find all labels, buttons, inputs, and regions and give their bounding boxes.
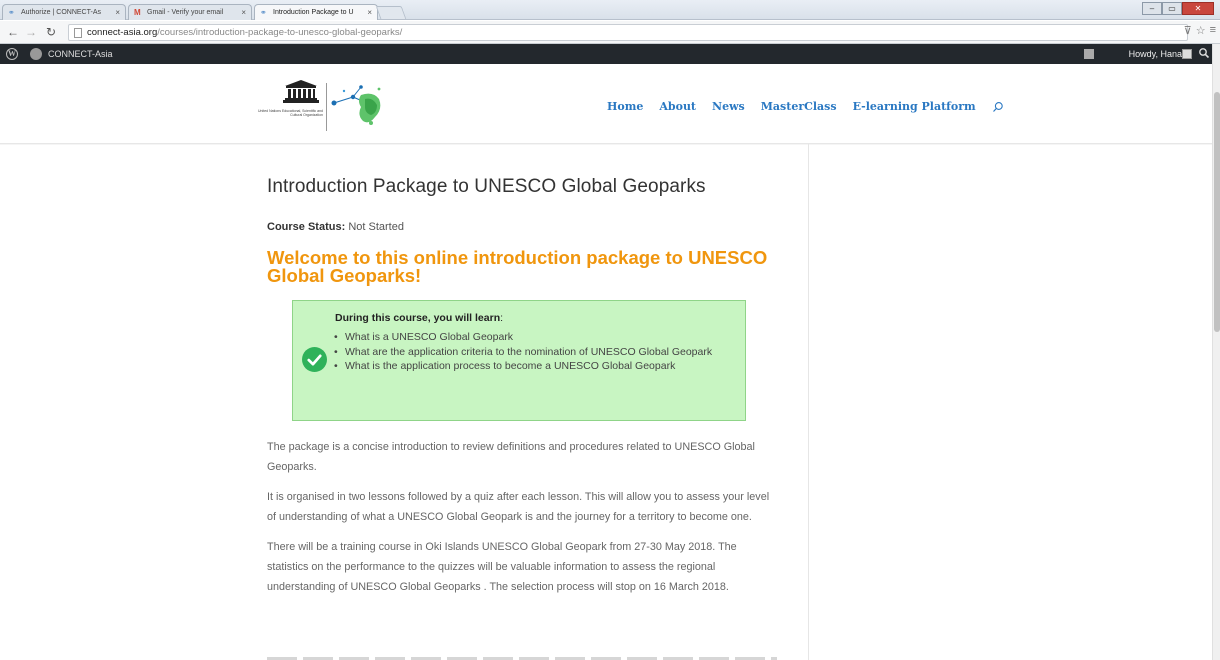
menu-icon[interactable]: ≡	[1210, 24, 1216, 37]
howdy-user[interactable]: Howdy, Hana	[1129, 44, 1182, 64]
list-item: What is the application process to becom…	[333, 359, 733, 374]
cut-off-text-line	[267, 654, 777, 660]
translate-icon[interactable]: ⊽	[1184, 24, 1192, 37]
bookmark-star-icon[interactable]: ☆	[1196, 24, 1206, 37]
checkmark-circle-icon	[302, 347, 327, 372]
nav-home[interactable]: Home	[607, 100, 643, 113]
minimize-icon[interactable]: –	[1142, 2, 1162, 15]
search-icon[interactable]	[992, 101, 1004, 113]
learning-objectives-list: What is a UNESCO Global Geopark What are…	[333, 330, 733, 374]
logo-divider	[326, 83, 327, 131]
maximize-icon[interactable]: ▭	[1162, 2, 1182, 15]
page-icon	[74, 28, 82, 38]
site-logo[interactable]: United Nations Educational, Scientific a…	[255, 79, 385, 135]
unesco-logo-text: United Nations Educational, Scientific a…	[258, 109, 323, 117]
connect-favicon-icon: ⚭	[260, 8, 267, 17]
nav-masterclass[interactable]: MasterClass	[761, 100, 837, 113]
course-status: Course Status: Not Started	[267, 221, 777, 233]
learning-objectives-heading: During this course, you will learn:	[335, 312, 503, 324]
window-close-icon[interactable]: ✕	[1182, 2, 1214, 15]
page-scrollbar[interactable]	[1212, 44, 1220, 660]
nav-elearning-platform[interactable]: E-learning Platform	[853, 100, 976, 113]
tab-close-icon[interactable]: ×	[241, 5, 246, 20]
address-bar[interactable]: connect-asia.org/courses/introduction-pa…	[68, 24, 1188, 41]
learning-objectives-box: During this course, you will learn: What…	[292, 300, 746, 421]
scrollbar-thumb[interactable]	[1214, 92, 1220, 332]
learning-objectives-heading-text: During this course, you will learn	[335, 312, 501, 324]
sidebar-divider	[808, 144, 809, 660]
course-status-value: Not Started	[348, 221, 404, 233]
site-home-icon[interactable]	[30, 48, 42, 60]
admin-search-icon[interactable]	[1198, 47, 1210, 59]
nav-news[interactable]: News	[712, 100, 745, 113]
learning-objectives-colon: :	[500, 312, 504, 324]
page-title: Introduction Package to UNESCO Global Ge…	[267, 176, 706, 197]
main-navigation: Home About News MasterClass E-learning P…	[607, 100, 1004, 113]
course-status-label: Course Status:	[267, 221, 346, 233]
forward-arrow-icon[interactable]: →	[24, 24, 38, 40]
wp-admin-bar: W CONNECT-Asia Howdy, Hana	[0, 44, 1212, 64]
browser-tab-authorize[interactable]: ⚭ Authorize | CONNECT-As ×	[2, 4, 126, 20]
tab-label: Introduction Package to U	[273, 9, 354, 16]
tab-label: Gmail - Verify your email	[147, 9, 224, 16]
admin-notification-icon[interactable]	[1084, 49, 1094, 59]
list-item: What are the application criteria to the…	[333, 345, 733, 360]
training-paragraph: There will be a training course in Oki I…	[267, 541, 737, 593]
browser-tab-introduction[interactable]: ⚭ Introduction Package to U ×	[254, 4, 378, 20]
welcome-heading: Welcome to this online introduction pack…	[267, 247, 768, 286]
window-controls: – ▭ ✕	[1142, 2, 1214, 15]
nav-about[interactable]: About	[659, 100, 696, 113]
new-tab-button[interactable]	[375, 6, 407, 19]
url-host: connect-asia.org	[87, 27, 158, 38]
gmail-favicon-icon: M	[134, 8, 141, 17]
intro-paragraph: The package is a concise introduction to…	[267, 441, 755, 473]
tab-label: Authorize | CONNECT-As	[21, 9, 102, 16]
browser-toolbar: ← → ↻ connect-asia.org/courses/introduct…	[0, 21, 1220, 44]
back-arrow-icon[interactable]: ←	[6, 24, 20, 40]
url-path: /courses/introduction-package-to-unesco-…	[157, 27, 403, 38]
browser-tab-strip: ⚭ Authorize | CONNECT-As × M Gmail - Ver…	[0, 0, 1220, 20]
reload-icon[interactable]: ↻	[44, 24, 58, 40]
course-content: Introduction Package to UNESCO Global Ge…	[267, 176, 777, 597]
admin-site-name[interactable]: CONNECT-Asia	[48, 44, 113, 64]
avatar[interactable]	[1182, 49, 1192, 59]
tab-close-icon[interactable]: ×	[115, 5, 120, 20]
site-header: United Nations Educational, Scientific a…	[0, 64, 1212, 144]
unesco-temple-icon	[283, 80, 319, 103]
wordpress-logo-icon[interactable]: W	[6, 48, 18, 60]
tab-close-icon[interactable]: ×	[367, 5, 372, 20]
lessons-paragraph: It is organised in two lessons followed …	[267, 491, 770, 523]
list-item: What is a UNESCO Global Geopark	[333, 330, 733, 345]
browser-tab-gmail[interactable]: M Gmail - Verify your email ×	[128, 4, 252, 20]
geopark-network-logo-icon	[331, 85, 381, 125]
connect-favicon-icon: ⚭	[8, 8, 15, 17]
